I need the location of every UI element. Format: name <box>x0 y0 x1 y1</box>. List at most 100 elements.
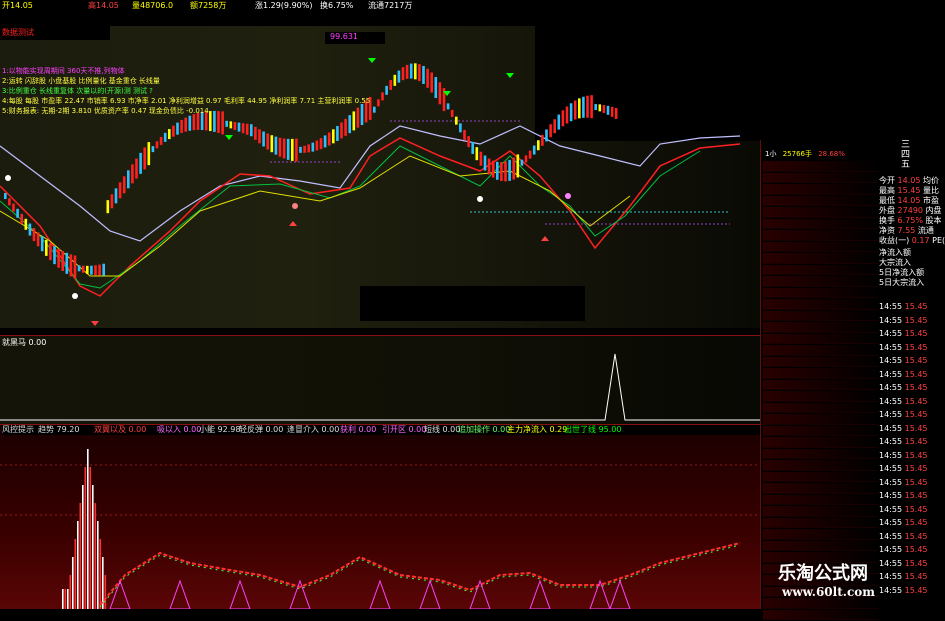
candle <box>16 208 19 218</box>
candle <box>127 170 130 189</box>
signal-triangle <box>109 579 131 609</box>
candle <box>332 129 335 144</box>
candle <box>192 114 196 131</box>
rp-trade-row <box>763 448 878 459</box>
candle <box>512 157 515 180</box>
chart-header-title: 数据测试 <box>2 28 34 37</box>
rp-trade-row <box>763 161 878 172</box>
rp-flow-row: 净流入额 <box>879 248 911 257</box>
candle <box>45 239 48 256</box>
candle <box>389 79 392 90</box>
rp-tick-row: 14:55 15.45 <box>879 437 928 446</box>
candle <box>459 123 462 133</box>
candle <box>323 135 327 148</box>
candle <box>295 138 298 162</box>
candle <box>471 141 474 154</box>
rp-tick-row: 14:55 15.45 <box>879 518 928 527</box>
quote-sidebar[interactable]: 1小 25766手 28.68% 今开 14.05 均价 最高 15.45 量比最… <box>760 140 945 620</box>
candle <box>557 114 561 130</box>
volume-bar <box>72 557 74 609</box>
candle <box>483 155 487 171</box>
candle <box>491 160 495 178</box>
candle <box>545 129 548 142</box>
candle <box>73 255 77 279</box>
change-label: 涨1.29(9.90%) <box>255 1 313 10</box>
rp-trade-row <box>763 218 878 229</box>
candle <box>147 142 151 166</box>
rp-trade-row <box>763 368 878 379</box>
candle <box>32 228 36 242</box>
candle <box>81 265 85 273</box>
candle <box>4 193 7 199</box>
candle <box>573 100 577 120</box>
indicator-panel-heima[interactable]: 就黑马 0.00 <box>0 335 760 425</box>
rp-trade-row <box>763 264 878 275</box>
candle <box>524 155 528 163</box>
volume-bar <box>104 575 107 609</box>
side-tab[interactable]: 四 <box>901 150 910 160</box>
rp-quote-row: 净资 7.55 流通 <box>879 226 934 235</box>
rp-top-c: 28.68% <box>818 150 845 158</box>
signal-triangle <box>419 579 441 609</box>
candle <box>258 129 261 144</box>
main-kline-chart[interactable]: 数据测试 99.631 1:以物能实现周期间 360天不推,列物体 2:运转 闪… <box>0 26 760 328</box>
rp-trade-row <box>763 437 878 448</box>
signal-triangle <box>229 579 251 609</box>
rp-quote-row: 今开 14.05 均价 <box>879 176 939 185</box>
volume-bar <box>62 589 64 609</box>
candle <box>373 106 376 113</box>
rp-flow-row: 大宗流入 <box>879 258 911 267</box>
candle <box>274 136 278 155</box>
candle <box>463 129 466 140</box>
rp-trade-row <box>763 207 878 218</box>
volume-bar <box>77 521 79 609</box>
candle <box>307 144 310 153</box>
rp-tick-row: 14:55 15.45 <box>879 329 928 338</box>
volume-bar <box>67 589 69 609</box>
candle <box>385 85 388 95</box>
candle <box>438 82 442 105</box>
rp-tick-row: 14:55 15.45 <box>879 383 928 392</box>
candle <box>286 138 290 160</box>
rp-trade-row <box>763 333 878 344</box>
candle <box>496 161 499 180</box>
candle <box>77 265 81 272</box>
side-tab[interactable]: 三 <box>901 140 910 150</box>
rp-trade-row <box>763 609 878 620</box>
candle <box>414 63 417 80</box>
info-line: 5:财务报表: 无期-2期 3.810 优质资产率 0.47 现金负债比 -0.… <box>2 107 209 115</box>
rp-trade-row <box>763 287 878 298</box>
candle <box>348 115 351 134</box>
rp-tick-row: 14:55 15.45 <box>879 302 928 311</box>
rp-flow-row: 5日大宗流入 <box>879 278 925 287</box>
rp-trade-row <box>763 529 878 540</box>
rp-trade-row <box>763 195 878 206</box>
rp-side-tabs[interactable]: 三 四 五 <box>901 140 910 170</box>
candle <box>225 120 228 127</box>
candle <box>344 118 347 136</box>
candle <box>479 151 483 166</box>
signal-triangle <box>469 579 491 609</box>
rp-trade-row <box>763 402 878 413</box>
candle <box>114 188 118 204</box>
volume-bar <box>82 485 84 609</box>
info-line: 4:每股 每股 市盈率 22.47 市销率 6.93 市净率 2.01 净利润增… <box>2 97 371 105</box>
indicator-panel-bottom[interactable]: 风控提示 趋势 79.20 双翼以及 0.00 吸以入 0.00 小能 92.9… <box>0 425 760 609</box>
rp-quote-row: 换手 6.75% 股本 <box>879 216 942 225</box>
rp-tick-row: 14:55 15.45 <box>879 477 928 487</box>
candle <box>102 263 105 276</box>
rp-trade-row <box>763 460 878 471</box>
candle <box>98 264 101 276</box>
info-line: 1:以物能实现周期间 360天不推,列物体 <box>2 67 125 75</box>
candle <box>467 136 470 148</box>
side-tab[interactable]: 五 <box>901 160 910 170</box>
candle <box>159 136 163 145</box>
rp-trade-row <box>763 414 878 425</box>
rp-trade-row <box>763 310 878 321</box>
candle <box>475 147 479 161</box>
candle <box>500 162 503 182</box>
candle <box>291 138 294 161</box>
candle <box>422 65 425 84</box>
candle <box>532 145 536 155</box>
candle <box>69 254 73 277</box>
